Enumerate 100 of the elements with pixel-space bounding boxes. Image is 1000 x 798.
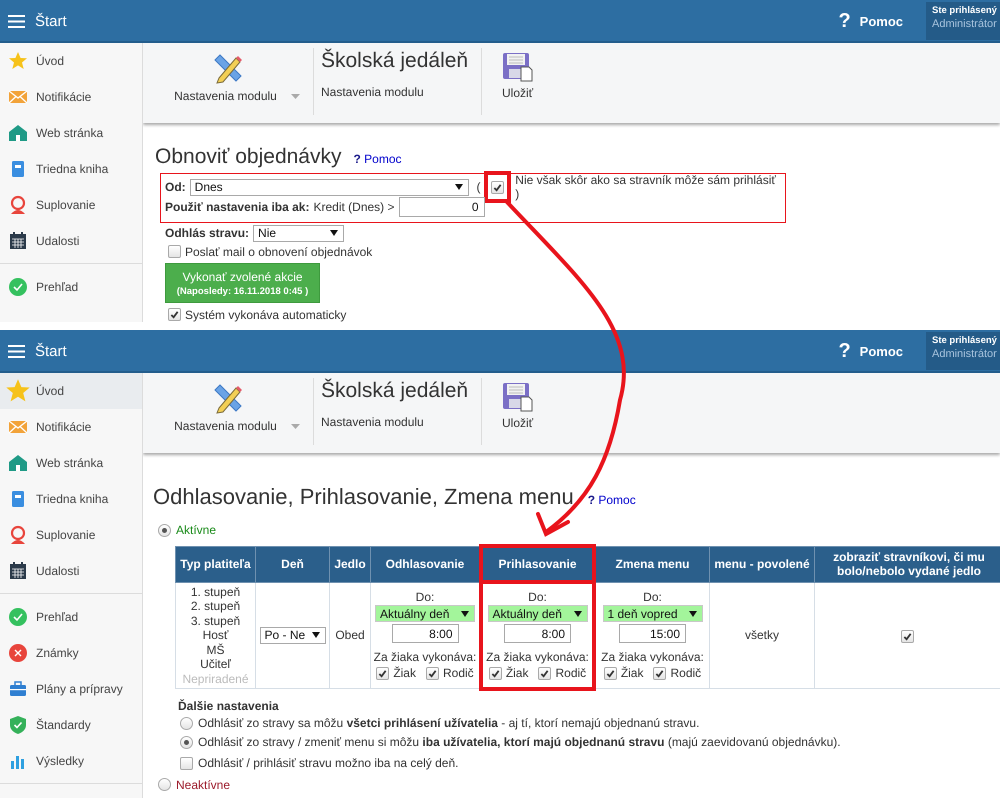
checkbox-label: Žiak [506,666,528,680]
dropdown[interactable]: Aktuálny deň [375,605,475,622]
checkbox[interactable] [168,308,181,321]
caret-icon [455,184,464,190]
caret-icon [312,632,320,638]
sidebar-item[interactable]: Notifikácie [0,79,142,115]
sidebar-item[interactable]: Prehľad [0,599,142,635]
checkbox[interactable] [426,666,439,680]
caret-icon [290,424,300,428]
module-subtitle: Nastavenia modulu [321,415,425,429]
radio-button[interactable] [158,778,171,791]
cell-label: Do: [527,590,548,604]
star-icon [5,378,31,404]
checkbox[interactable] [900,630,914,643]
sidebar-item[interactable]: Web stránka [0,115,142,151]
caret-icon [290,94,300,98]
checkbox[interactable] [491,180,504,194]
dropdown[interactable]: Dnes [190,178,470,196]
sidebar-item[interactable]: Udalosti [0,223,142,259]
user-panel[interactable]: Ste prihlásený Administrátor [926,332,1000,370]
checkbox[interactable] [180,756,193,770]
sidebar-item[interactable]: Suplovanie [0,517,142,553]
time-field[interactable]: 15:00 [619,624,686,644]
person-icon [8,195,28,215]
module-settings-button[interactable]: Nastavenia modulu [143,373,313,453]
module-settings-button[interactable]: Nastavenia modulu [143,43,313,123]
caret-icon [461,610,469,617]
payer-type: 1. stupeň [190,584,242,599]
caret-icon [330,230,338,236]
calendar-icon [8,561,28,581]
help-button[interactable]: ? Pomoc [838,10,903,33]
save-button[interactable]: Uložiť [482,43,534,123]
star-icon [8,51,28,71]
save-button[interactable]: Uložiť [482,373,534,453]
cell-label: Za žiaka vykonáva: [485,650,590,664]
radio-label: Neaktívne [176,778,230,792]
sidebar-item[interactable]: Udalosti [0,553,142,589]
option-label: Odhlásiť zo stravy / zmeniť menu si môžu iba užívatelia, ktorí majú objednanú stravu (majú zaevidovanú objednávku). [198,735,841,749]
sidebar-item[interactable]: Úvod [0,373,142,409]
time-field[interactable]: 8:00 [392,624,458,644]
column-header: Zmena menu [594,546,710,582]
paren-text: ( [476,180,480,194]
checkbox[interactable] [376,666,390,680]
payer-type: 3. stupeň [190,614,242,628]
save-icon [502,52,534,82]
sidebar-item[interactable]: Výsledky [0,743,142,779]
help-link[interactable]: ? Pomoc [588,488,636,512]
sidebar-item[interactable]: Známky [0,635,142,671]
sidebar-item[interactable]: Úvod [0,43,142,79]
dropdown[interactable]: 1 deň vopred [602,605,702,622]
radio-button[interactable] [180,716,193,730]
checkbox[interactable] [538,666,552,680]
person-icon [8,525,28,545]
checkbox[interactable] [604,666,617,680]
help-link[interactable]: ? Pomoc [354,147,402,171]
payer-type: Nepriradené [181,672,250,686]
dropdown[interactable]: Po - Ne [260,626,326,644]
option-label: Odhlásiť zo stravy sa môžu všetci prihlásení užívatelia - aj tí, ktorí nemajú objednanú stravu. [198,716,700,730]
cell-label: Za žiaka vykonáva: [600,650,705,664]
radio-button[interactable] [180,736,193,748]
payer-type: MŠ [206,642,226,657]
sidebar-item[interactable]: Plány a prípravy [0,671,142,707]
checkbox[interactable] [168,245,181,258]
checkbox-label: Systém vykonáva automaticky [185,308,346,322]
caret-icon [574,610,582,617]
save-icon [502,382,534,412]
user-label: Ste prihlásený [932,5,998,16]
radio-button[interactable] [158,524,171,536]
dropdown[interactable]: Aktuálny deň [488,605,588,622]
pencil-ruler-icon [214,54,242,84]
sidebar-item[interactable]: Prehľad [0,269,142,305]
column-header: Odhlasovanie [370,546,481,582]
column-header: Typ platiteľa [176,546,256,582]
cell-label: Do: [414,590,436,604]
checkbox[interactable] [488,666,502,680]
checkbox[interactable] [653,666,666,680]
user-panel[interactable]: Ste prihlásený Administrátor [926,2,1000,40]
sidebar-item[interactable]: Notifikácie [0,409,142,445]
help-button[interactable]: ? Pomoc [838,340,903,363]
time-field[interactable]: 8:00 [504,624,571,644]
table-cell: všetky [710,582,814,688]
condition-text: Kredit (Dnes) > [313,200,394,214]
dropdown[interactable]: Nie [253,224,344,242]
section-heading: Obnoviť objednávky [155,145,342,169]
sidebar-item[interactable]: Web stránka [0,445,142,481]
column-header: Jedlo [330,546,370,582]
menu-icon[interactable] [8,15,25,28]
section-heading: Odhlasovanie, Prihlasovanie, Zmena menu [153,485,574,509]
sidebar-item[interactable]: Štandardy [0,707,142,743]
sidebar-item[interactable]: Suplovanie [0,187,142,223]
column-header: Prihlasovanie [481,546,594,582]
sidebar-item[interactable]: Triedna kniha [0,151,142,187]
sidebar-item[interactable]: Triedna kniha [0,481,142,517]
input-field[interactable]: 0 [398,197,484,217]
checkbox-label: Nie však skôr ako sa stravník môže sám prihlásiť ) [515,173,777,201]
column-header: Deň [256,546,330,582]
check-circle-icon [8,277,28,297]
menu-icon[interactable] [8,345,25,358]
radio-label: Aktívne [176,523,216,537]
cell-label: Za žiaka vykonáva: [372,650,478,664]
